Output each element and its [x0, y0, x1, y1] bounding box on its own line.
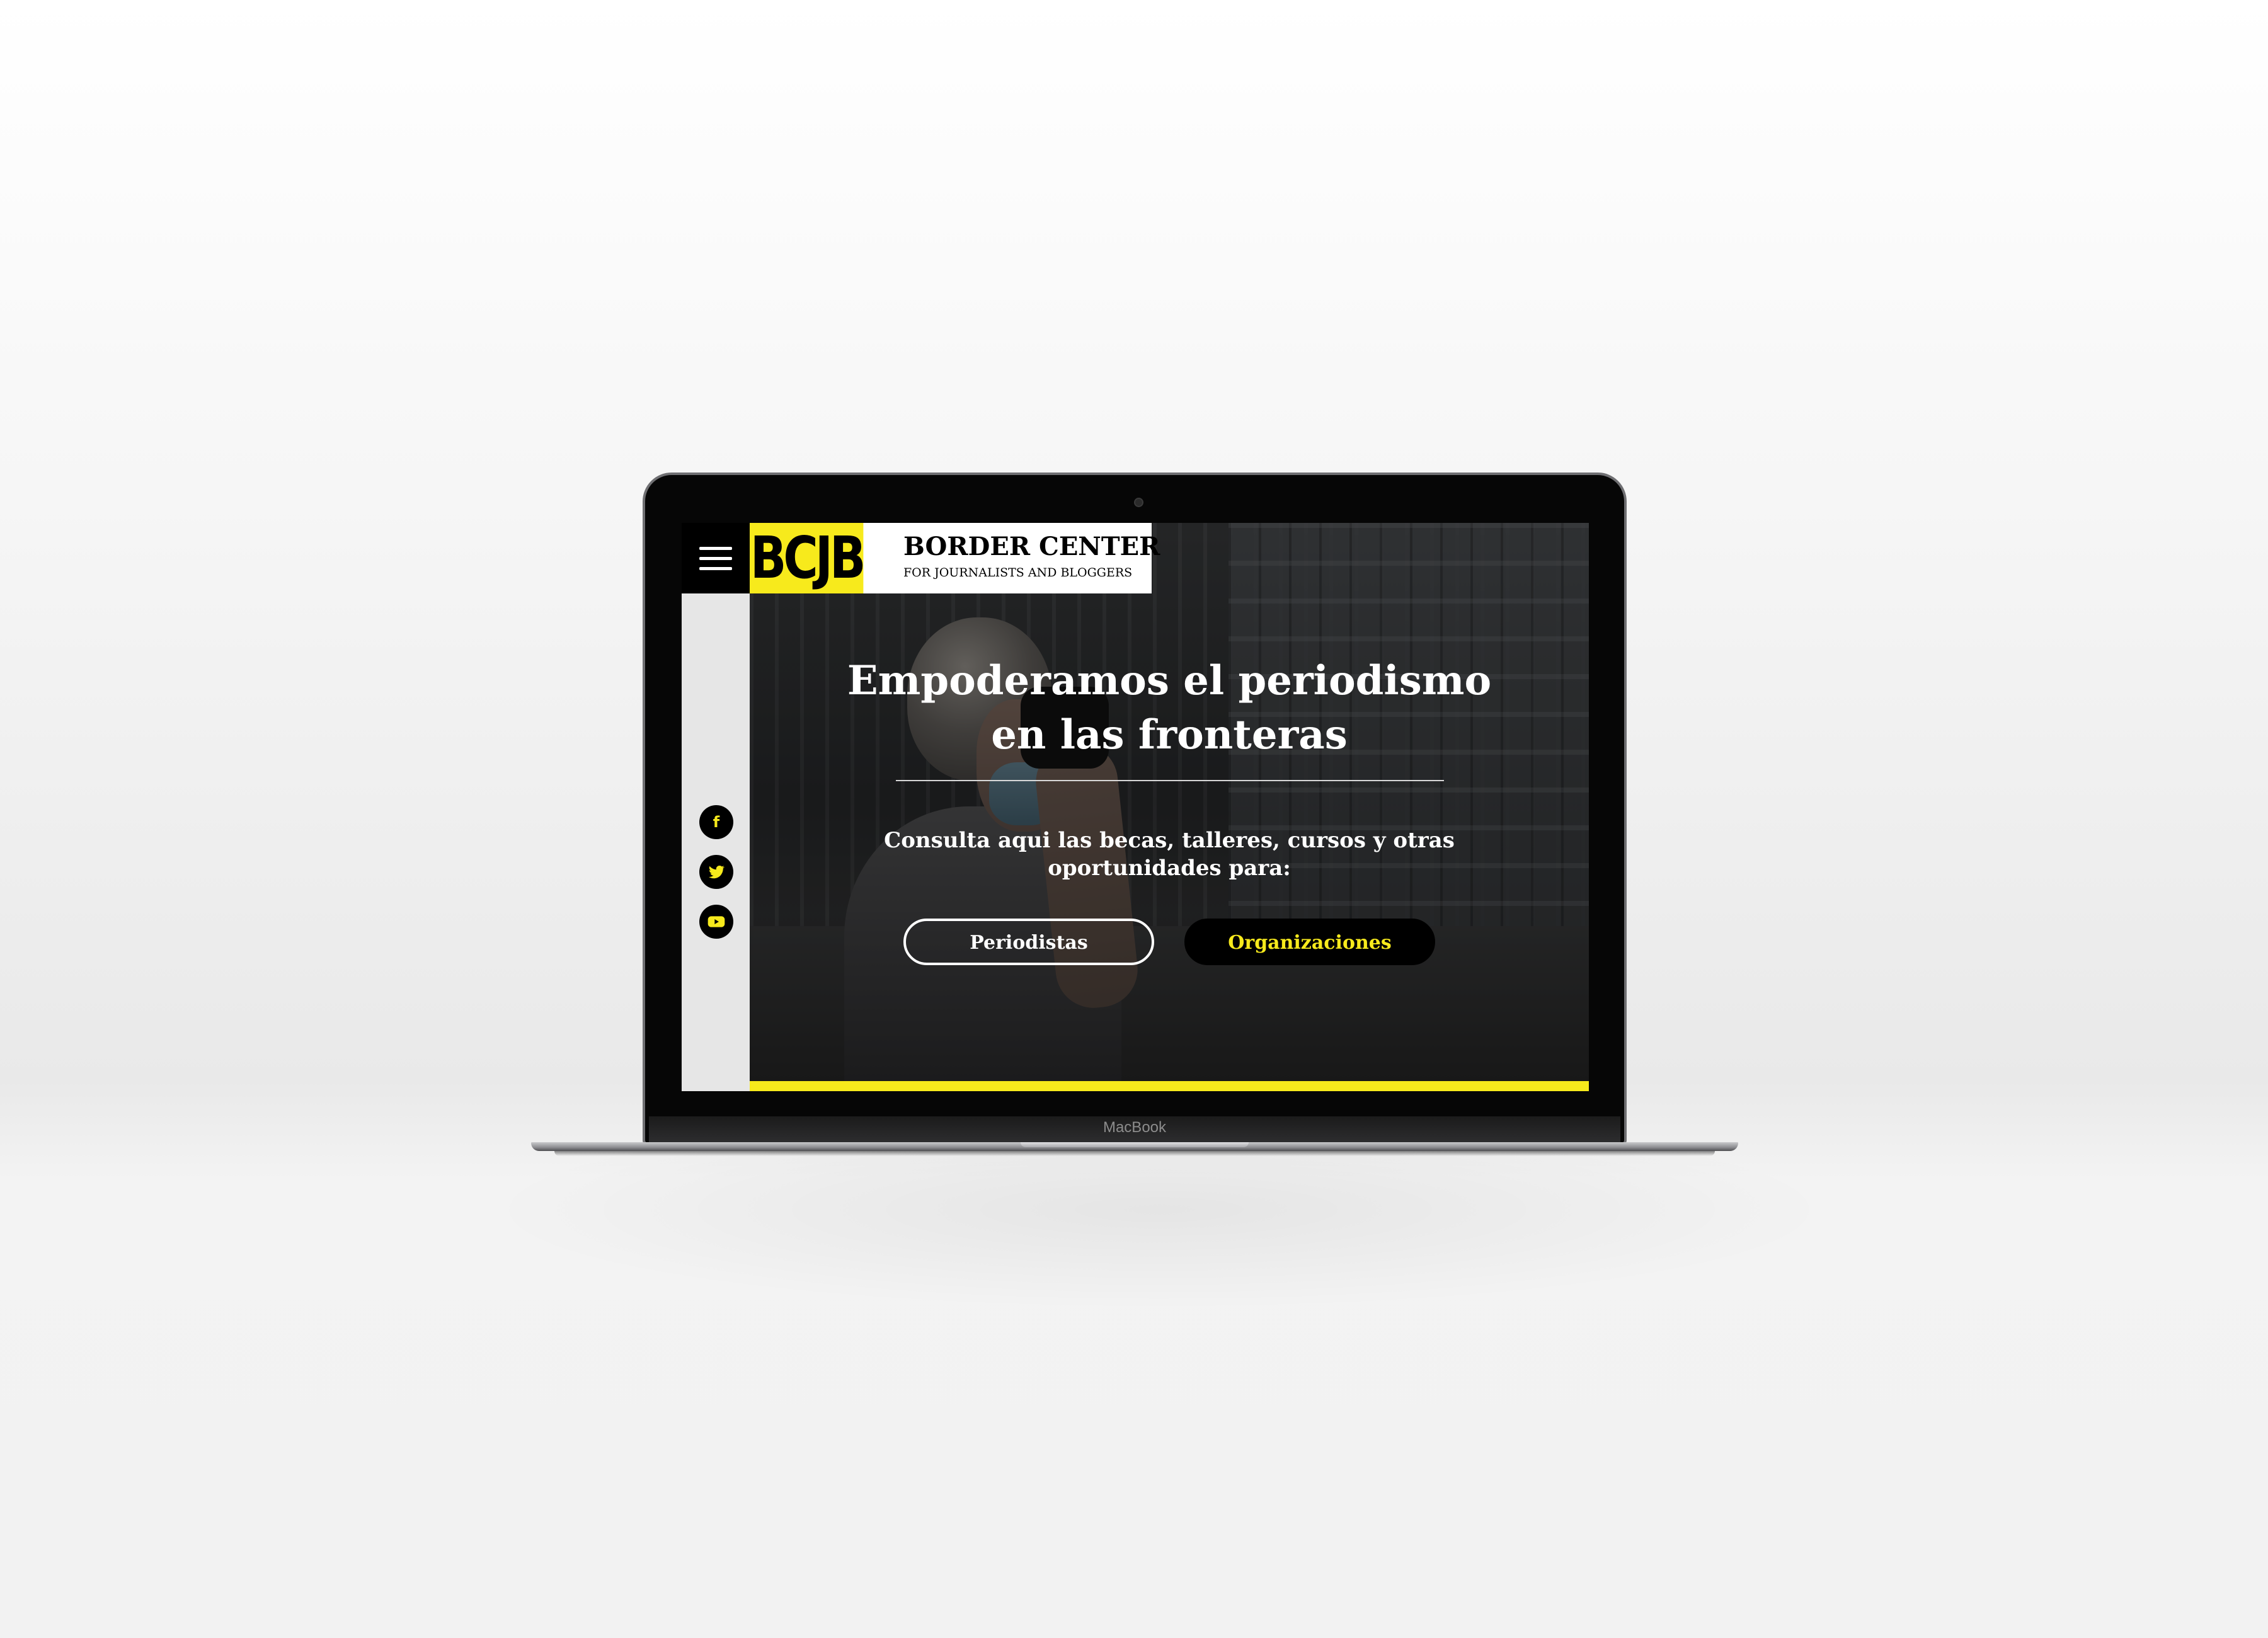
website-screen: BCJB BORDER CENTER FOR JOURNALISTS AND B…: [682, 523, 1589, 1091]
logo-mark: BCJB: [750, 523, 866, 593]
site-logo[interactable]: BCJB BORDER CENTER FOR JOURNALISTS AND B…: [750, 523, 1160, 593]
subtext-line: oportunidades para:: [1048, 856, 1291, 881]
hamburger-menu-icon: [699, 547, 732, 550]
laptop-base-shadow: [554, 1151, 1715, 1156]
facebook-icon: f: [713, 813, 720, 831]
hero-dark-overlay: [750, 523, 1589, 1081]
logo-title: BORDER CENTER: [903, 532, 1160, 561]
youtube-link[interactable]: [699, 905, 733, 939]
hero-headline: Empoderamos el periodismo en las fronter…: [750, 654, 1589, 762]
laptop-base-notch: [1021, 1142, 1249, 1147]
journalists-button[interactable]: Periodistas: [903, 919, 1154, 965]
headline-line: en las fronteras: [991, 711, 1348, 759]
organizations-button[interactable]: Organizaciones: [1184, 919, 1435, 965]
logo-subtitle: FOR JOURNALISTS AND BLOGGERS: [903, 566, 1133, 580]
hero-accent-bar: [750, 1081, 1589, 1091]
menu-button[interactable]: [682, 523, 750, 593]
hero-section: [750, 523, 1589, 1081]
hero-divider: [896, 780, 1444, 781]
subtext-line: Consulta aqui las becas, talleres, curso…: [884, 828, 1455, 853]
device-brand-label: MacBook: [1102, 1119, 1167, 1136]
twitter-link[interactable]: [699, 855, 733, 889]
webcam: [1134, 498, 1143, 507]
twitter-icon: [708, 865, 725, 879]
hero-subtext: Consulta aqui las becas, talleres, curso…: [750, 827, 1589, 882]
facebook-link[interactable]: f: [699, 805, 733, 839]
headline-line: Empoderamos el periodismo: [847, 657, 1492, 704]
svg-text:f: f: [713, 813, 720, 831]
youtube-icon: [707, 916, 725, 927]
